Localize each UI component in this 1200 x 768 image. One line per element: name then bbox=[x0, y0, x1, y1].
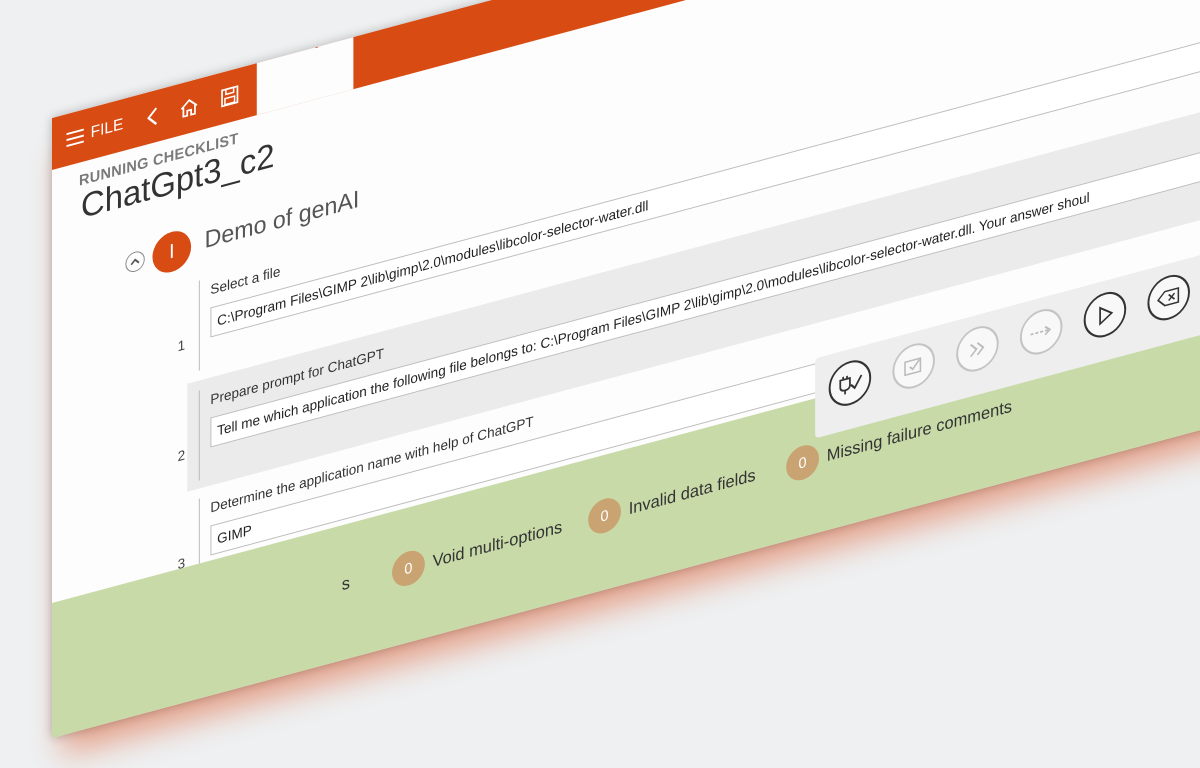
home-icon[interactable] bbox=[178, 90, 201, 124]
sign-off-icon bbox=[839, 374, 863, 395]
counter-badge: 0 bbox=[786, 441, 820, 485]
step-divider bbox=[198, 390, 200, 481]
counter-partial: s bbox=[342, 573, 350, 595]
clear-button[interactable] bbox=[1147, 269, 1190, 326]
step-divider bbox=[198, 280, 200, 371]
hamburger-menu-icon[interactable] bbox=[66, 121, 85, 154]
section-number-badge: I bbox=[152, 226, 192, 278]
save-icon[interactable] bbox=[218, 79, 241, 113]
app-window: FILE RAYQC RUNNING CHECKLIST ChatGpt3_c2 bbox=[52, 0, 1200, 738]
settings-icon[interactable] bbox=[371, 0, 394, 26]
skip-button[interactable] bbox=[956, 321, 999, 377]
chevron-up-icon bbox=[130, 258, 140, 266]
step-number: 2 bbox=[177, 446, 186, 465]
counter-label: Void multi-options bbox=[432, 517, 563, 571]
play-icon bbox=[1099, 306, 1114, 326]
counter-badge: 0 bbox=[588, 494, 621, 538]
counter-badge: 0 bbox=[392, 547, 425, 590]
collapse-section-button[interactable] bbox=[125, 249, 145, 275]
clear-icon bbox=[1157, 286, 1180, 307]
sign-off-button[interactable] bbox=[828, 355, 872, 411]
next-icon bbox=[1030, 325, 1052, 336]
step-number: 1 bbox=[177, 336, 186, 355]
play-button[interactable] bbox=[1083, 286, 1127, 343]
back-icon[interactable] bbox=[141, 100, 164, 134]
mark-icon bbox=[904, 357, 922, 377]
counter-label: s bbox=[341, 573, 351, 595]
counter-invalid-data-fields: 0 Invalid data fields bbox=[588, 458, 756, 538]
info-icon[interactable] bbox=[423, 0, 446, 12]
counter-label: Invalid data fields bbox=[628, 465, 756, 519]
counter-void-multi-options: 0 Void multi-options bbox=[392, 510, 562, 590]
next-button[interactable] bbox=[1019, 304, 1063, 360]
skip-icon bbox=[970, 342, 985, 358]
file-menu-button[interactable]: FILE bbox=[91, 111, 124, 148]
mark-button[interactable] bbox=[892, 338, 935, 394]
tab-rayqc[interactable]: RAYQC bbox=[256, 0, 354, 116]
